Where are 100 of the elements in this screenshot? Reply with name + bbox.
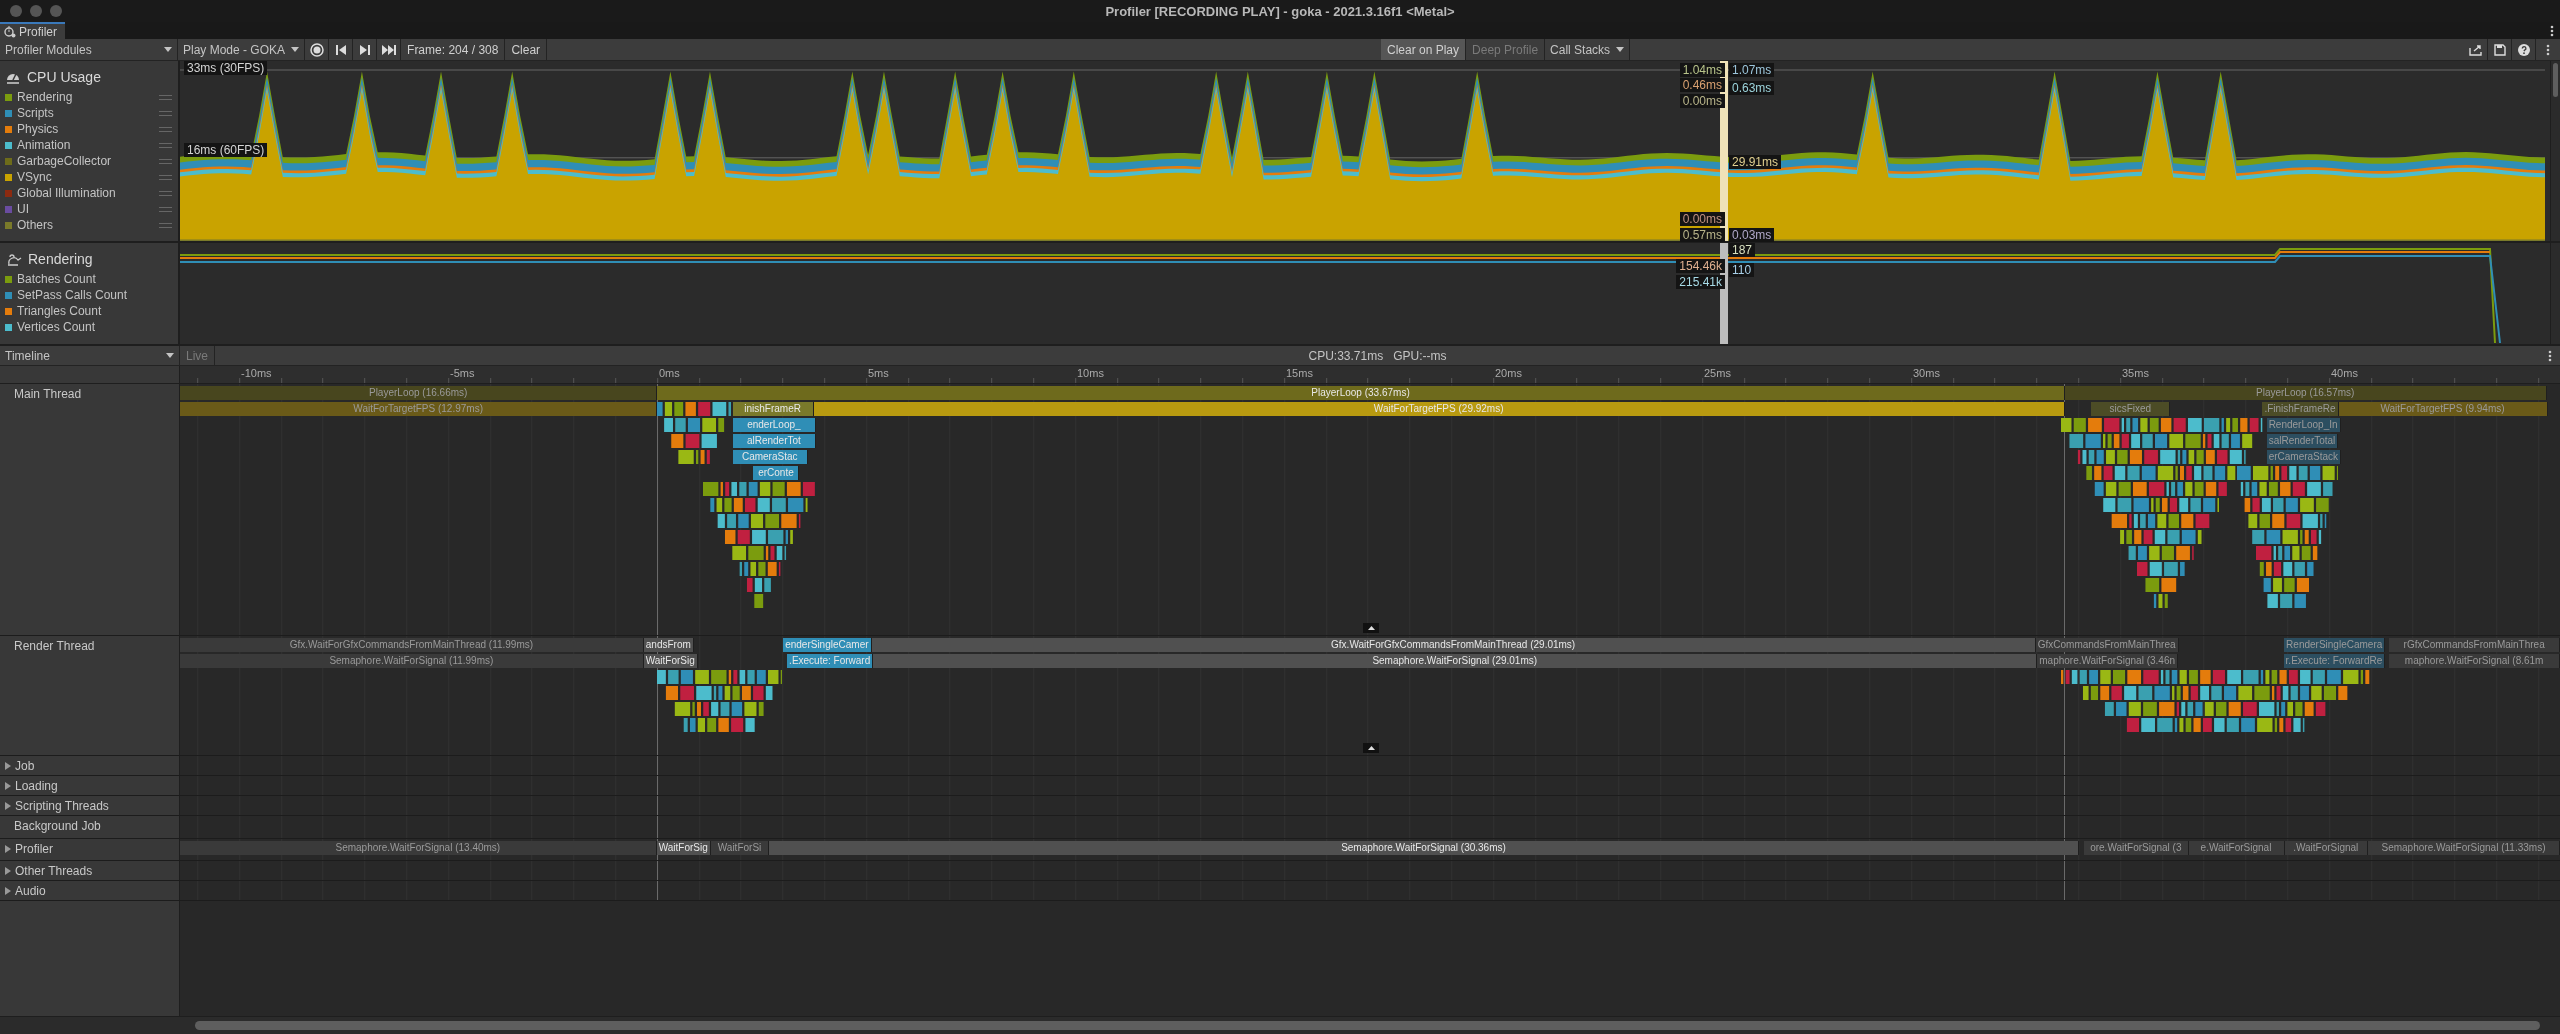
window-control[interactable] (10, 5, 22, 17)
sample-bar[interactable]: Semaphore.WaitForSignal (11.33ms) (2368, 841, 2560, 855)
legend-label[interactable]: Scripts (17, 106, 54, 120)
window-tab[interactable]: Profiler (0, 22, 65, 39)
expand-right-icon[interactable] (4, 845, 11, 853)
frame-counter: Frame: 204 / 308 (401, 39, 506, 60)
drag-handle-icon[interactable] (159, 94, 172, 100)
module-panel[interactable]: Rendering Batches Count SetPass Calls Count Triangles Count Vertices Count (0, 243, 180, 344)
sample-bar[interactable]: PlayerLoop (16.66ms) (180, 386, 658, 400)
sample-bar[interactable]: WaitForSig (656, 841, 711, 855)
sample-bar[interactable]: Semaphore.WaitForSignal (29.01ms) (873, 654, 2038, 668)
thread-name[interactable]: Render Thread (4, 639, 95, 653)
caret-up-icon (1367, 626, 1375, 630)
toggle-button[interactable]: Clear on Play (1381, 39, 1467, 60)
sample-bar[interactable]: Semaphore.WaitForSignal (13.40ms) (180, 841, 657, 855)
sample-bar[interactable]: andsFrom (643, 638, 694, 652)
legend-label[interactable]: Physics (17, 122, 59, 136)
sample-bar[interactable]: PlayerLoop (33.67ms) (657, 386, 2065, 400)
sample-bar[interactable]: rGfxCommandsFromMainThrea (2389, 638, 2560, 652)
expand-right-icon[interactable] (4, 802, 11, 810)
sample-bar[interactable]: WaitForSi (710, 841, 770, 855)
stopwatch-icon (4, 25, 16, 38)
more-options-icon[interactable] (2548, 349, 2552, 362)
sample-bar[interactable]: Semaphore.WaitForSignal (30.36ms) (769, 841, 2079, 855)
caret-icon (1616, 47, 1625, 52)
sample-bar[interactable]: maphore.WaitForSignal (3.46n (2037, 654, 2179, 668)
expand-right-icon[interactable] (4, 867, 11, 875)
thread-name[interactable]: Loading (15, 779, 58, 793)
value-readout: 0.57ms (1679, 228, 1725, 242)
collapse-button[interactable] (1363, 623, 1379, 633)
drag-handle-icon[interactable] (159, 110, 172, 116)
value-readout: 1.07ms (1729, 63, 1775, 77)
sample-bar[interactable]: WaitForSig (643, 654, 698, 668)
thread-name[interactable]: Audio (15, 884, 46, 898)
value-readout: 110 (1729, 263, 1755, 277)
legend-label[interactable]: VSync (17, 170, 52, 184)
drag-handle-icon[interactable] (159, 126, 172, 132)
legend-label[interactable]: GarbageCollector (17, 154, 112, 168)
drag-handle-icon[interactable] (159, 206, 172, 212)
collapse-button[interactable] (1363, 743, 1379, 753)
drag-handle-icon[interactable] (159, 158, 172, 164)
expand-right-icon[interactable] (4, 887, 11, 895)
sample-bar[interactable]: inishFrameR (732, 402, 814, 416)
clear-button[interactable]: Clear (505, 39, 548, 60)
sample-bar[interactable]: ore.WaitForSignal (3 (2084, 841, 2189, 855)
ruler-label: -5ms (450, 367, 475, 379)
ruler-label: 0ms (659, 367, 680, 379)
sample-bar[interactable]: e.WaitForSignal (2188, 841, 2285, 855)
legend-label[interactable]: SetPass Calls Count (17, 288, 128, 302)
drag-handle-icon[interactable] (159, 190, 172, 196)
more-options-icon[interactable] (2550, 24, 2554, 37)
drag-handle-icon[interactable] (159, 142, 172, 148)
legend-label[interactable]: Batches Count (17, 272, 96, 286)
thread-name[interactable]: Job (15, 759, 35, 773)
ruler-label: 25ms (1704, 367, 1731, 379)
legend-label[interactable]: Global Illumination (17, 186, 116, 200)
legend-label[interactable]: Rendering (17, 90, 73, 104)
value-readout: 215.41k (1676, 275, 1725, 289)
legend-label[interactable]: Vertices Count (17, 320, 96, 334)
save-icon (2493, 43, 2506, 56)
value-readout: 154.46k (1676, 259, 1725, 273)
sample-bar[interactable]: .WaitForSignal (2284, 841, 2368, 855)
last-frame-icon (381, 44, 396, 55)
sample-bar[interactable]: Semaphore.WaitForSignal (11.99ms) (180, 654, 644, 668)
more-options-icon[interactable] (2546, 43, 2550, 56)
ruler-label: 5ms (868, 367, 889, 379)
sample-bar[interactable]: GfxCommandsFromMainThrea (2035, 638, 2179, 652)
next-frame-icon (359, 44, 370, 55)
gpu-time: GPU:--ms (1393, 348, 1447, 363)
call-stacks-dropdown[interactable]: Call Stacks (1545, 39, 1631, 60)
sample-bar[interactable]: Gfx.WaitForGfxCommandsFromMainThread (11.99ms) (180, 638, 644, 652)
ruler-label: 40ms (2331, 367, 2358, 379)
threshold-label: 16ms (60FPS) (184, 143, 268, 157)
target-dropdown[interactable]: Play Mode - GOKA (178, 39, 306, 60)
window-control[interactable] (30, 5, 42, 17)
window-control[interactable] (50, 5, 62, 17)
scrollbar[interactable] (2550, 61, 2560, 241)
module-title: CPU Usage (27, 69, 101, 85)
value-readout: 0.00ms (1679, 94, 1725, 108)
ruler-label: 30ms (1913, 367, 1940, 379)
value-readout: 0.00ms (1679, 212, 1725, 226)
expand-right-icon[interactable] (4, 762, 11, 770)
module-panel[interactable]: CPU Usage Rendering Scripts Physics Animation GarbageCollector VSync Global Illumination UI Others (0, 61, 180, 241)
expand-right-icon[interactable] (4, 782, 11, 790)
drag-handle-icon[interactable] (159, 222, 172, 228)
threshold-label: 33ms (30FPS) (184, 61, 268, 75)
sample-bar[interactable]: PlayerLoop (16.57ms) (2064, 386, 2547, 400)
legend-label[interactable]: Animation (17, 138, 71, 152)
modules-dropdown[interactable]: Profiler Modules (0, 39, 178, 60)
sample-bar[interactable]: maphore.WaitForSignal (8.61m (2389, 654, 2560, 668)
ruler-label: -10ms (241, 367, 272, 379)
sample-bar[interactable]: Gfx.WaitForGfxCommandsFromMainThread (29.01ms) (871, 638, 2036, 652)
cpu-time: CPU:33.71ms (1308, 348, 1384, 363)
legend-label[interactable]: Triangles Count (17, 304, 102, 318)
thread-name[interactable]: Main Thread (4, 387, 82, 401)
drag-handle-icon[interactable] (159, 174, 172, 180)
thread-name[interactable]: Profiler (15, 842, 53, 856)
legend-label[interactable]: Others (17, 218, 53, 232)
legend-label[interactable]: UI (17, 202, 29, 216)
view-dropdown[interactable]: Timeline (0, 346, 180, 365)
